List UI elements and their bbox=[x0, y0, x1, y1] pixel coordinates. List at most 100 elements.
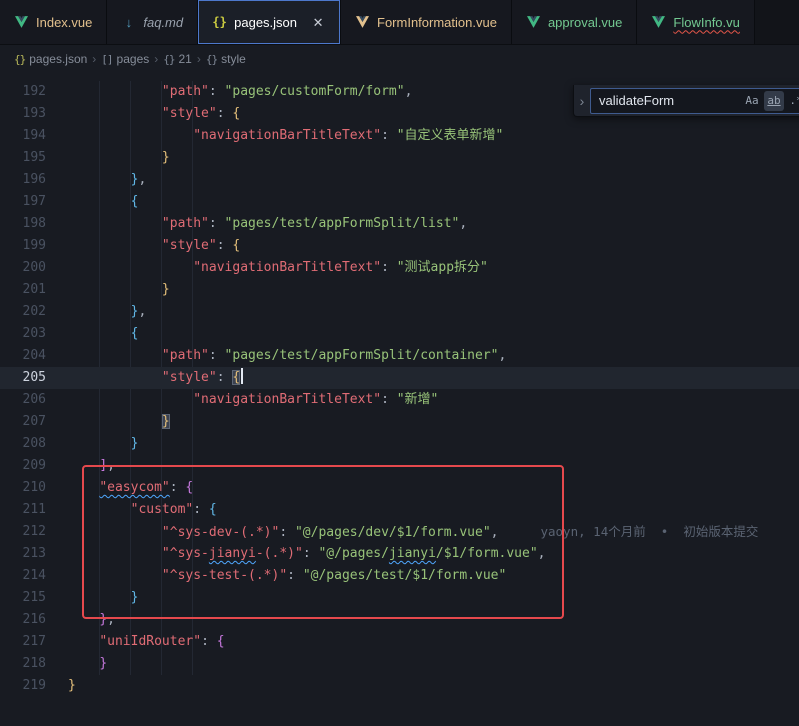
tab-FormInformation.vue[interactable]: FormInformation.vue bbox=[341, 0, 512, 44]
code-line-content: "navigationBarTitleText": "新增" bbox=[46, 389, 438, 411]
line-number[interactable]: 205 bbox=[0, 367, 46, 389]
code-token bbox=[68, 392, 193, 407]
match-case-toggle[interactable]: Aa bbox=[742, 91, 762, 111]
code-line-208[interactable]: 208 } bbox=[0, 433, 799, 455]
code-line-195[interactable]: 195 } bbox=[0, 147, 799, 169]
breadcrumb-item-style[interactable]: {}style bbox=[206, 52, 246, 66]
vue-icon bbox=[651, 16, 666, 28]
close-icon[interactable]: ✕ bbox=[310, 14, 326, 30]
code-token bbox=[68, 260, 193, 275]
line-number[interactable]: 193 bbox=[0, 103, 46, 125]
breadcrumb-item-pages[interactable]: []pages bbox=[101, 52, 149, 66]
code-line-content: "path": "pages/test/appFormSplit/contain… bbox=[46, 345, 506, 367]
line-number[interactable]: 195 bbox=[0, 147, 46, 169]
code-token: "path" bbox=[162, 84, 209, 99]
code-line-219[interactable]: 219} bbox=[0, 675, 799, 697]
code-line-214[interactable]: 214 "^sys-test-(.*)": "@/pages/test/$1/f… bbox=[0, 565, 799, 587]
line-number[interactable]: 208 bbox=[0, 433, 46, 455]
line-number[interactable]: 211 bbox=[0, 499, 46, 521]
code-line-212[interactable]: 212 "^sys-dev-(.*)": "@/pages/dev/$1/for… bbox=[0, 521, 799, 543]
code-line-213[interactable]: 213 "^sys-jianyi-(.*)": "@/pages/jianyi/… bbox=[0, 543, 799, 565]
code-line-218[interactable]: 218 } bbox=[0, 653, 799, 675]
code-line-content: "path": "pages/test/appFormSplit/list", bbox=[46, 213, 467, 235]
code-token: "uniIdRouter" bbox=[99, 634, 201, 649]
line-number[interactable]: 207 bbox=[0, 411, 46, 433]
line-number[interactable]: 214 bbox=[0, 565, 46, 587]
code-line-194[interactable]: 194 "navigationBarTitleText": "自定义表单新增" bbox=[0, 125, 799, 147]
line-number[interactable]: 216 bbox=[0, 609, 46, 631]
code-line-216[interactable]: 216 }, bbox=[0, 609, 799, 631]
code-line-content: } bbox=[46, 279, 170, 301]
code-line-207[interactable]: 207 } bbox=[0, 411, 799, 433]
code-line-197[interactable]: 197 { bbox=[0, 191, 799, 213]
code-line-210[interactable]: 210 "easycom": { bbox=[0, 477, 799, 499]
tab-pages.json[interactable]: {}pages.json✕ bbox=[198, 0, 341, 44]
line-number[interactable]: 198 bbox=[0, 213, 46, 235]
code-line-203[interactable]: 203 { bbox=[0, 323, 799, 345]
code-line-198[interactable]: 198 "path": "pages/test/appFormSplit/lis… bbox=[0, 213, 799, 235]
code-token: "navigationBarTitleText" bbox=[193, 260, 381, 275]
line-number[interactable]: 206 bbox=[0, 389, 46, 411]
code-line-content: }, bbox=[46, 609, 115, 631]
code-line-content: "navigationBarTitleText": "自定义表单新增" bbox=[46, 125, 503, 147]
code-line-200[interactable]: 200 "navigationBarTitleText": "测试app拆分" bbox=[0, 257, 799, 279]
chevron-right-icon[interactable]: › bbox=[574, 93, 590, 109]
code-token: "easycom" bbox=[99, 480, 169, 495]
code-token: "navigationBarTitleText" bbox=[193, 128, 381, 143]
code-token bbox=[68, 656, 99, 671]
code-line-217[interactable]: 217 "uniIdRouter": { bbox=[0, 631, 799, 653]
line-number[interactable]: 217 bbox=[0, 631, 46, 653]
line-number[interactable]: 219 bbox=[0, 675, 46, 697]
code-line-content: "style": { bbox=[46, 235, 240, 257]
code-line-content: "easycom": { bbox=[46, 477, 193, 499]
breadcrumb-item-pages.json[interactable]: {}pages.json bbox=[14, 52, 87, 66]
line-number[interactable]: 215 bbox=[0, 587, 46, 609]
line-number[interactable]: 218 bbox=[0, 653, 46, 675]
code-token: , bbox=[138, 172, 146, 187]
code-token bbox=[68, 194, 131, 209]
code-line-199[interactable]: 199 "style": { bbox=[0, 235, 799, 257]
tab-approval.vue[interactable]: approval.vue bbox=[512, 0, 637, 44]
code-line-204[interactable]: 204 "path": "pages/test/appFormSplit/con… bbox=[0, 345, 799, 367]
line-number[interactable]: 213 bbox=[0, 543, 46, 565]
whole-word-toggle[interactable]: ab bbox=[764, 91, 784, 111]
code-line-196[interactable]: 196 }, bbox=[0, 169, 799, 191]
code-token: } bbox=[162, 150, 170, 165]
code-line-202[interactable]: 202 }, bbox=[0, 301, 799, 323]
code-line-content: } bbox=[46, 411, 170, 433]
tab-Index.vue[interactable]: Index.vue bbox=[0, 0, 107, 44]
line-number[interactable]: 199 bbox=[0, 235, 46, 257]
find-input[interactable] bbox=[599, 93, 740, 108]
line-number[interactable]: 210 bbox=[0, 477, 46, 499]
code-line-content: ], bbox=[46, 455, 115, 477]
code-token: : bbox=[381, 128, 397, 143]
code-token: "path" bbox=[162, 348, 209, 363]
line-number[interactable]: 200 bbox=[0, 257, 46, 279]
line-number[interactable]: 192 bbox=[0, 81, 46, 103]
regex-toggle[interactable]: .* bbox=[786, 91, 799, 111]
tab-faq.md[interactable]: ↓faq.md bbox=[107, 0, 198, 44]
line-number[interactable]: 202 bbox=[0, 301, 46, 323]
code-line-211[interactable]: 211 "custom": { bbox=[0, 499, 799, 521]
line-number[interactable]: 204 bbox=[0, 345, 46, 367]
code-token: jianyi bbox=[389, 546, 436, 561]
markdown-icon: ↓ bbox=[121, 15, 136, 30]
breadcrumb-item-21[interactable]: {}21 bbox=[163, 52, 192, 66]
tab-FlowInfo.vu[interactable]: FlowInfo.vu bbox=[637, 0, 754, 44]
code-area[interactable]: 192 "path": "pages/customForm/form",193 … bbox=[0, 73, 799, 697]
line-number[interactable]: 201 bbox=[0, 279, 46, 301]
line-number[interactable]: 194 bbox=[0, 125, 46, 147]
line-number[interactable]: 209 bbox=[0, 455, 46, 477]
code-line-215[interactable]: 215 } bbox=[0, 587, 799, 609]
editor[interactable]: 192 "path": "pages/customForm/form",193 … bbox=[0, 73, 799, 726]
code-line-206[interactable]: 206 "navigationBarTitleText": "新增" bbox=[0, 389, 799, 411]
line-number[interactable]: 203 bbox=[0, 323, 46, 345]
line-number[interactable]: 196 bbox=[0, 169, 46, 191]
code-line-201[interactable]: 201 } bbox=[0, 279, 799, 301]
code-line-205[interactable]: 205 "style": { bbox=[0, 367, 799, 389]
code-token: -(.*)" bbox=[256, 546, 303, 561]
line-number[interactable]: 212 bbox=[0, 521, 46, 543]
code-line-209[interactable]: 209 ], bbox=[0, 455, 799, 477]
code-token: : bbox=[201, 634, 217, 649]
line-number[interactable]: 197 bbox=[0, 191, 46, 213]
